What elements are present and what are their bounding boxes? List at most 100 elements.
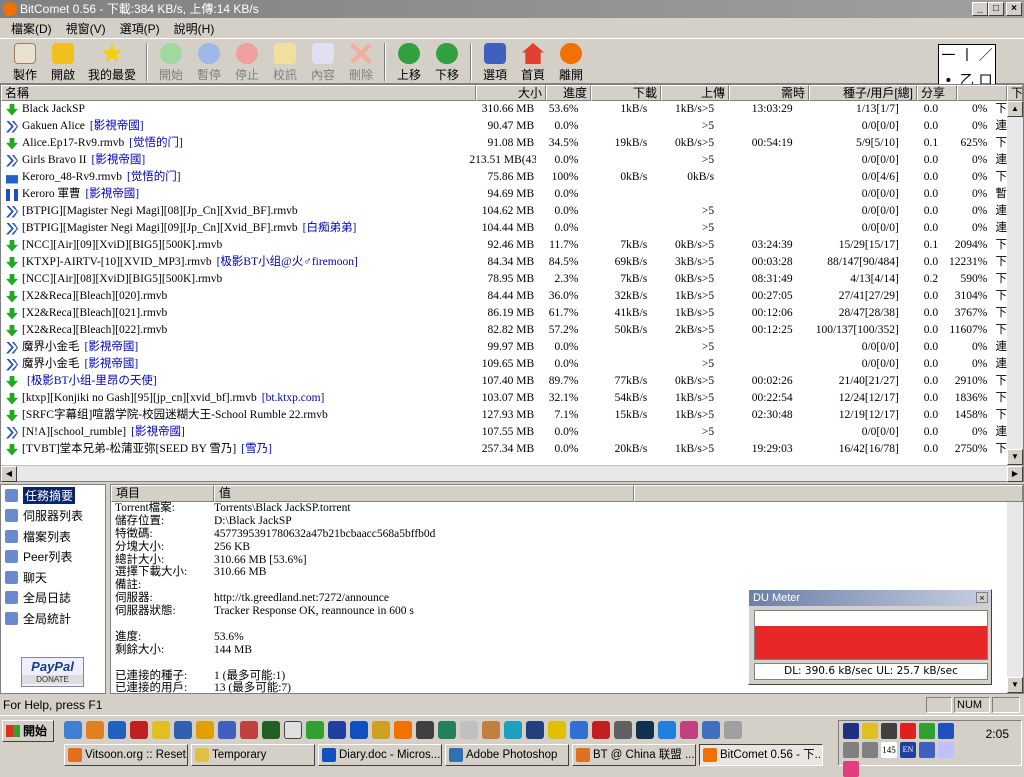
detail-row[interactable]: Torrent檔案: Torrents\Black JackSP.torrent <box>111 502 1023 515</box>
quick-launch-icon[interactable] <box>526 721 544 739</box>
du-meter-window[interactable]: DU Meter × DL: 390.6 kB/sec UL: 25.7 kB/… <box>748 589 992 685</box>
sidebar-item[interactable]: 聊天 <box>1 567 105 588</box>
torrent-row[interactable]: Alice.Ep17-Rv9.rmvb [觉悟的门] 91.08 MB 34.5% 19… <box>1 135 1009 152</box>
quick-launch-icon[interactable] <box>218 721 236 739</box>
tray-icon[interactable] <box>919 742 935 758</box>
pause-button[interactable]: 暫停 <box>190 39 228 83</box>
quick-launch-icon[interactable] <box>636 721 654 739</box>
column-name[interactable]: 名稱 <box>1 85 476 101</box>
stop-button[interactable]: 停止 <box>228 39 266 83</box>
maximize-button[interactable]: □ <box>988 2 1004 16</box>
quick-launch-icon[interactable] <box>240 721 258 739</box>
horizontal-scrollbar[interactable]: ◀ ▶ <box>1 465 1023 482</box>
move-down-button[interactable]: 下移 <box>428 39 466 83</box>
torrent-row[interactable]: [ktxp][Konjiki no Gash][95][jp_cn][xvid_… <box>1 390 1009 407</box>
menu-help[interactable]: 說明(H) <box>167 20 222 37</box>
column-seeds[interactable]: 種子/用戶[總] <box>809 85 917 101</box>
torrent-row[interactable]: [X2&Reca][Bleach][022].rmvb 82.82 MB 57.2%… <box>1 322 1009 339</box>
quick-launch-icon[interactable] <box>108 721 126 739</box>
scroll-up-button[interactable]: ▲ <box>1007 101 1023 117</box>
speaker-icon[interactable] <box>862 742 878 758</box>
torrent-row[interactable]: [NCC][Air][08][XviD][BIG5][500K].rmvb 78.… <box>1 271 1009 288</box>
quick-launch-icon[interactable] <box>262 721 280 739</box>
taskbar-task-button[interactable]: BitComet 0.56 - 下... <box>699 744 823 766</box>
quick-launch-icon[interactable] <box>570 721 588 739</box>
quick-launch-icon[interactable] <box>724 721 742 739</box>
column-download[interactable]: 下載 <box>591 85 661 101</box>
move-up-button[interactable]: 上移 <box>390 39 428 83</box>
torrent-row[interactable]: [BTPIG][Magister Negi Magi][08][Jp_Cn][X… <box>1 203 1009 220</box>
taskbar-task-button[interactable]: Adobe Photoshop <box>445 744 569 766</box>
detail-column-value[interactable]: 值 <box>214 485 634 502</box>
detail-row[interactable]: 特徵碼: 4577395391780632a47b21bcbaacc568a5bf… <box>111 528 1023 541</box>
torrent-row[interactable]: Girls Bravo II [影視帝國] 213.51 MB(434.2... 0.… <box>1 152 1009 169</box>
torrent-row[interactable]: 魔界小金毛 [影視帝國] 109.65 MB 0.0% >5 0/0[0/0] 0.0 0% 連 <box>1 356 1009 373</box>
start-button[interactable]: 開始 <box>152 39 190 83</box>
sidebar-item[interactable]: 檔案列表 <box>1 526 105 547</box>
torrent-row[interactable]: [N!A][school_rumble] [影視帝國] 107.55 MB 0.0% >… <box>1 424 1009 441</box>
column-state[interactable]: 下 <box>1007 85 1023 101</box>
torrent-row[interactable]: [SRFC字幕组]喧嚣学院-校园迷糊大王-School Rumble 22.rm… <box>1 407 1009 424</box>
shield-icon[interactable] <box>843 723 859 739</box>
detail-column-item[interactable]: 項目 <box>111 485 214 502</box>
taskbar-task-button[interactable]: BT @ China 联盟 ... <box>572 744 696 766</box>
detail-row[interactable]: 分塊大小: 256 KB <box>111 541 1023 554</box>
du-meter-title-bar[interactable]: DU Meter × <box>749 590 991 606</box>
home-button[interactable]: 首頁 <box>514 39 552 83</box>
menu-file[interactable]: 檔案(D) <box>4 20 59 37</box>
torrent-list[interactable]: 名稱 大小 進度 下載 上傳 需時 種子/用戶[總] 分享 下 Black Ja… <box>0 84 1024 482</box>
torrent-row[interactable]: 魔界小金毛 [影視帝國] 99.97 MB 0.0% >5 0/0[0/0] 0.0 0% 連 <box>1 339 1009 356</box>
torrent-row[interactable]: Black JackSP 310.66 MB 53.6% 1kB/s 1kB/s>5 13… <box>1 101 1009 118</box>
language-indicator[interactable]: EN <box>900 742 916 758</box>
column-size[interactable]: 大小 <box>476 85 546 101</box>
torrent-row[interactable]: [TVBT]堂本兄弟-松蒲亚弥[SEED BY 雪乃] [雪乃] 257.34 MB… <box>1 441 1009 458</box>
ime-key[interactable]: 丨 <box>958 45 977 70</box>
start-button-taskbar[interactable]: 開始 <box>2 720 54 742</box>
quick-launch-icon[interactable] <box>482 721 500 739</box>
tray-icon[interactable] <box>843 761 859 777</box>
torrent-row[interactable]: Gakuen Alice [影視帝國] 90.47 MB 0.0% >5 0/0[0/0]… <box>1 118 1009 135</box>
quick-launch-icon[interactable] <box>680 721 698 739</box>
hand-icon[interactable] <box>843 742 859 758</box>
word-icon[interactable] <box>350 721 368 739</box>
tray-icon[interactable] <box>862 723 878 739</box>
vertical-scrollbar[interactable]: ▲ ▼ <box>1007 101 1023 465</box>
taskbar-task-button[interactable]: Temporary <box>191 744 315 766</box>
content-button[interactable]: 內容 <box>304 39 342 83</box>
delete-button[interactable]: 刪除 <box>342 39 380 83</box>
open-button[interactable]: 開啟 <box>44 39 82 83</box>
favorites-button[interactable]: 我的最愛 <box>82 39 142 83</box>
column-time[interactable]: 需時 <box>729 85 809 101</box>
quick-launch-icon[interactable] <box>504 721 522 739</box>
sidebar-item[interactable]: 全局統計 <box>1 608 105 629</box>
quick-launch-icon[interactable] <box>372 721 390 739</box>
detail-row[interactable]: 總計大小: 310.66 MB [53.6%] <box>111 554 1023 567</box>
sidebar-item[interactable]: 伺服器列表 <box>1 506 105 527</box>
tray-icon[interactable] <box>938 742 954 758</box>
make-torrent-button[interactable]: 製作 <box>6 39 44 83</box>
quick-launch-icon[interactable] <box>284 721 302 739</box>
quick-launch-icon[interactable] <box>306 721 324 739</box>
menu-view[interactable]: 視窗(V) <box>59 20 113 37</box>
torrent-row[interactable]: [NCC][Air][09][XviD][BIG5][500K].rmvb 92.… <box>1 237 1009 254</box>
column-extra[interactable] <box>957 85 1007 101</box>
detail-row[interactable]: 選擇下載大小: 310.66 MB <box>111 566 1023 579</box>
torrent-row[interactable]: [KTXP]-AIRTV-[10][XVID_MP3].rmvb [极影BT小组@… <box>1 254 1009 271</box>
torrent-row[interactable]: [极影BT小组-里昂の天使] 107.40 MB 89.7% 77kB/s 0kB/s>… <box>1 373 1009 390</box>
menu-options[interactable]: 選項(P) <box>113 20 167 37</box>
taskbar-task-button[interactable]: Diary.doc - Micros... <box>318 744 442 766</box>
tray-number[interactable]: 145 <box>881 742 897 758</box>
quick-launch-icon[interactable] <box>328 721 346 739</box>
scroll-left-button[interactable]: ◀ <box>1 466 17 482</box>
detail-scrollbar[interactable]: ▼ <box>1007 502 1023 693</box>
minimize-button[interactable]: _ <box>972 2 988 16</box>
quick-launch-icon[interactable] <box>460 721 478 739</box>
paypal-donate-button[interactable]: PayPal DONATE <box>21 657 84 687</box>
ime-key[interactable]: 一 <box>939 45 958 70</box>
quick-launch-icon[interactable] <box>702 721 720 739</box>
quick-launch-icon[interactable] <box>592 721 610 739</box>
du-meter-close-button[interactable]: × <box>976 592 988 603</box>
taskbar-task-button[interactable]: Vitsoon.org :: Reset... <box>64 744 188 766</box>
ime-key[interactable]: ／ <box>976 45 995 70</box>
tray-icon[interactable] <box>919 723 935 739</box>
